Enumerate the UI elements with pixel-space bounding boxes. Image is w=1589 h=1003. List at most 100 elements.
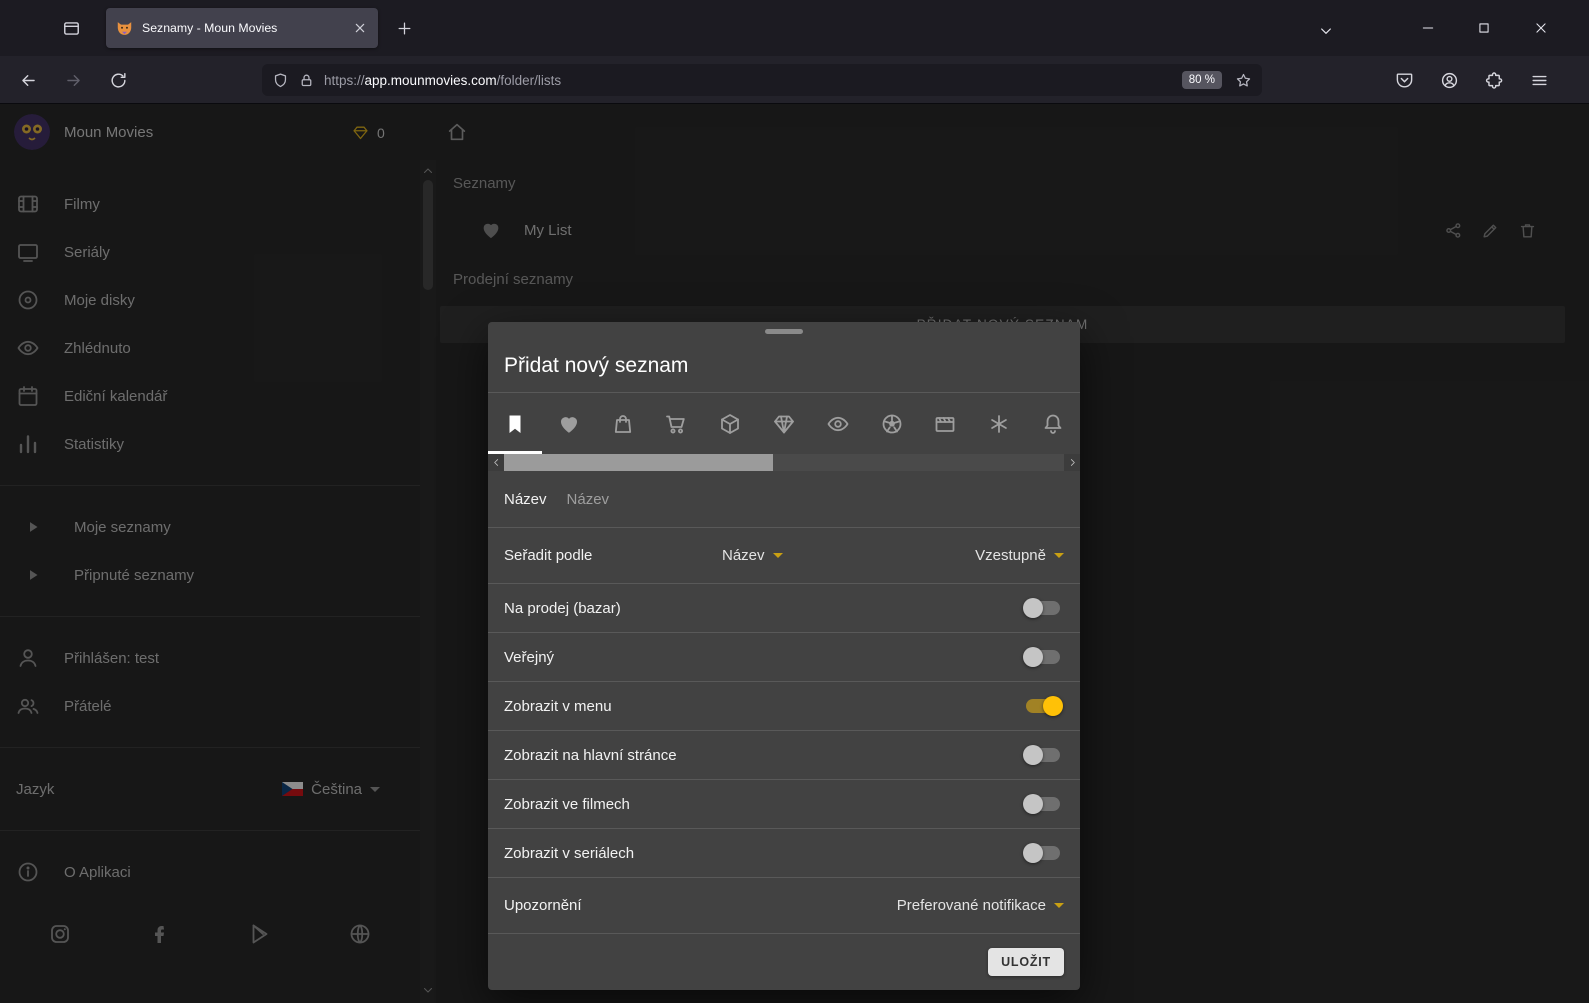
notifications-row: Upozornění Preferované notifikace: [488, 878, 1080, 934]
tab-bar: Seznamy - Moun Movies: [0, 0, 1589, 56]
tracking-protection-shield-icon[interactable]: [272, 72, 289, 89]
icon-tab-eye[interactable]: [811, 393, 865, 454]
icon-tab-asterisk[interactable]: [972, 393, 1026, 454]
scrollbar-thumb[interactable]: [504, 454, 773, 471]
maximize-button[interactable]: [1469, 13, 1499, 43]
scroll-left-icon[interactable]: [488, 454, 504, 471]
toggle-label: Veřejný: [504, 649, 554, 666]
reload-icon: [109, 71, 128, 90]
gem-icon: [772, 412, 796, 436]
puzzle-icon: [1485, 71, 1504, 90]
name-field-row: Název: [488, 471, 1080, 528]
heart-icon: [557, 412, 581, 436]
sort-by-select[interactable]: Název: [722, 547, 783, 564]
toggle-label: Zobrazit ve filmech: [504, 796, 630, 813]
chevron-down-icon: [1054, 903, 1064, 908]
tab-title: Seznamy - Moun Movies: [142, 21, 352, 35]
toggle-label: Zobrazit v menu: [504, 698, 612, 715]
zobrazit-ve-filmech-toggle[interactable]: [1026, 797, 1060, 811]
soccer-ball-icon: [880, 412, 904, 436]
new-tab-button[interactable]: [391, 15, 417, 41]
back-arrow-icon: [19, 71, 38, 90]
hamburger-menu-icon: [1530, 71, 1549, 90]
horizontal-scrollbar[interactable]: [488, 454, 1080, 471]
toggle-row-ve-filmech: Zobrazit ve filmech: [488, 780, 1080, 829]
zobrazit-v-menu-toggle[interactable]: [1026, 699, 1060, 713]
browser-tab[interactable]: Seznamy - Moun Movies: [106, 8, 378, 48]
icon-tab-bar: [488, 393, 1080, 454]
sort-row: Seřadit podle Název Vzestupně: [488, 528, 1080, 584]
icon-tab-bookmark[interactable]: [488, 393, 542, 454]
minimize-icon: [1421, 21, 1435, 35]
zoom-level-badge[interactable]: 80 %: [1182, 71, 1222, 89]
application-menu-button[interactable]: [1523, 64, 1555, 96]
icon-tab-cube[interactable]: [703, 393, 757, 454]
movie-icon: [933, 412, 957, 436]
minimize-button[interactable]: [1413, 13, 1443, 43]
shopping-cart-icon: [664, 412, 688, 436]
lock-icon[interactable]: [298, 72, 315, 89]
forward-button[interactable]: [57, 64, 89, 96]
drag-handle[interactable]: [765, 329, 803, 334]
account-button[interactable]: [1433, 64, 1465, 96]
list-all-tabs-button[interactable]: [1311, 16, 1341, 46]
icon-tab-shopping-cart[interactable]: [649, 393, 703, 454]
zobrazit-v-serialech-toggle[interactable]: [1026, 846, 1060, 860]
scrollbar-track[interactable]: [504, 454, 1064, 471]
account-icon: [1440, 71, 1459, 90]
icon-tab-bell[interactable]: [1026, 393, 1080, 454]
back-button[interactable]: [12, 64, 44, 96]
toggle-label: Na prodej (bazar): [504, 600, 621, 617]
name-label: Název: [504, 491, 547, 508]
tab-close-icon[interactable]: [352, 20, 368, 36]
eye-icon: [826, 412, 850, 436]
save-button[interactable]: ULOŽIT: [988, 948, 1064, 976]
toggle-label: Zobrazit v seriálech: [504, 845, 634, 862]
firefox-view-button[interactable]: [58, 15, 84, 41]
sort-direction-value: Vzestupně: [975, 547, 1046, 564]
verejny-toggle[interactable]: [1026, 650, 1060, 664]
extensions-button[interactable]: [1478, 64, 1510, 96]
add-list-dialog: Přidat nový seznam Název Seřadit podle: [488, 322, 1080, 990]
asterisk-icon: [987, 412, 1011, 436]
bookmark-star-icon[interactable]: [1235, 72, 1252, 89]
icon-tab-shopping-bag[interactable]: [596, 393, 650, 454]
sort-by-value: Název: [722, 547, 765, 564]
toggle-row-verejny: Veřejný: [488, 633, 1080, 682]
pocket-icon: [1395, 71, 1414, 90]
url-text: https://app.mounmovies.com/folder/lists: [324, 73, 561, 88]
url-bar[interactable]: https://app.mounmovies.com/folder/lists …: [262, 64, 1262, 96]
na-prodej-toggle[interactable]: [1026, 601, 1060, 615]
toggle-row-v-serialech: Zobrazit v seriálech: [488, 829, 1080, 878]
name-input[interactable]: [565, 490, 809, 509]
icon-tab-heart[interactable]: [542, 393, 596, 454]
tab-favicon: [116, 20, 133, 37]
reload-button[interactable]: [102, 64, 134, 96]
chevron-down-icon: [773, 553, 783, 558]
pocket-button[interactable]: [1388, 64, 1420, 96]
sort-direction-select[interactable]: Vzestupně: [975, 547, 1064, 564]
shopping-bag-icon: [611, 412, 635, 436]
sort-label: Seřadit podle: [504, 547, 722, 564]
zobrazit-na-hlavni-strance-toggle[interactable]: [1026, 748, 1060, 762]
icon-tab-soccer-ball[interactable]: [865, 393, 919, 454]
notifications-select[interactable]: Preferované notifikace: [897, 897, 1064, 914]
plus-icon: [396, 20, 413, 37]
toggle-row-zobrazit-v-menu: Zobrazit v menu: [488, 682, 1080, 731]
notifications-label: Upozornění: [504, 897, 582, 914]
chevron-down-icon: [1318, 23, 1334, 39]
toggle-row-hlavni-stranka: Zobrazit na hlavní stránce: [488, 731, 1080, 780]
bookmark-icon: [503, 412, 527, 436]
browser-window: Seznamy - Moun Movies: [0, 0, 1589, 1003]
cube-icon: [718, 412, 742, 436]
firefox-view-icon: [62, 19, 81, 38]
icon-tab-movie[interactable]: [919, 393, 973, 454]
scroll-right-icon[interactable]: [1064, 454, 1080, 471]
close-icon: [1534, 21, 1548, 35]
chevron-down-icon: [1054, 553, 1064, 558]
notifications-value: Preferované notifikace: [897, 897, 1046, 914]
bell-icon: [1041, 412, 1065, 436]
dialog-footer: ULOŽIT: [488, 934, 1080, 990]
close-window-button[interactable]: [1526, 13, 1556, 43]
icon-tab-gem[interactable]: [757, 393, 811, 454]
